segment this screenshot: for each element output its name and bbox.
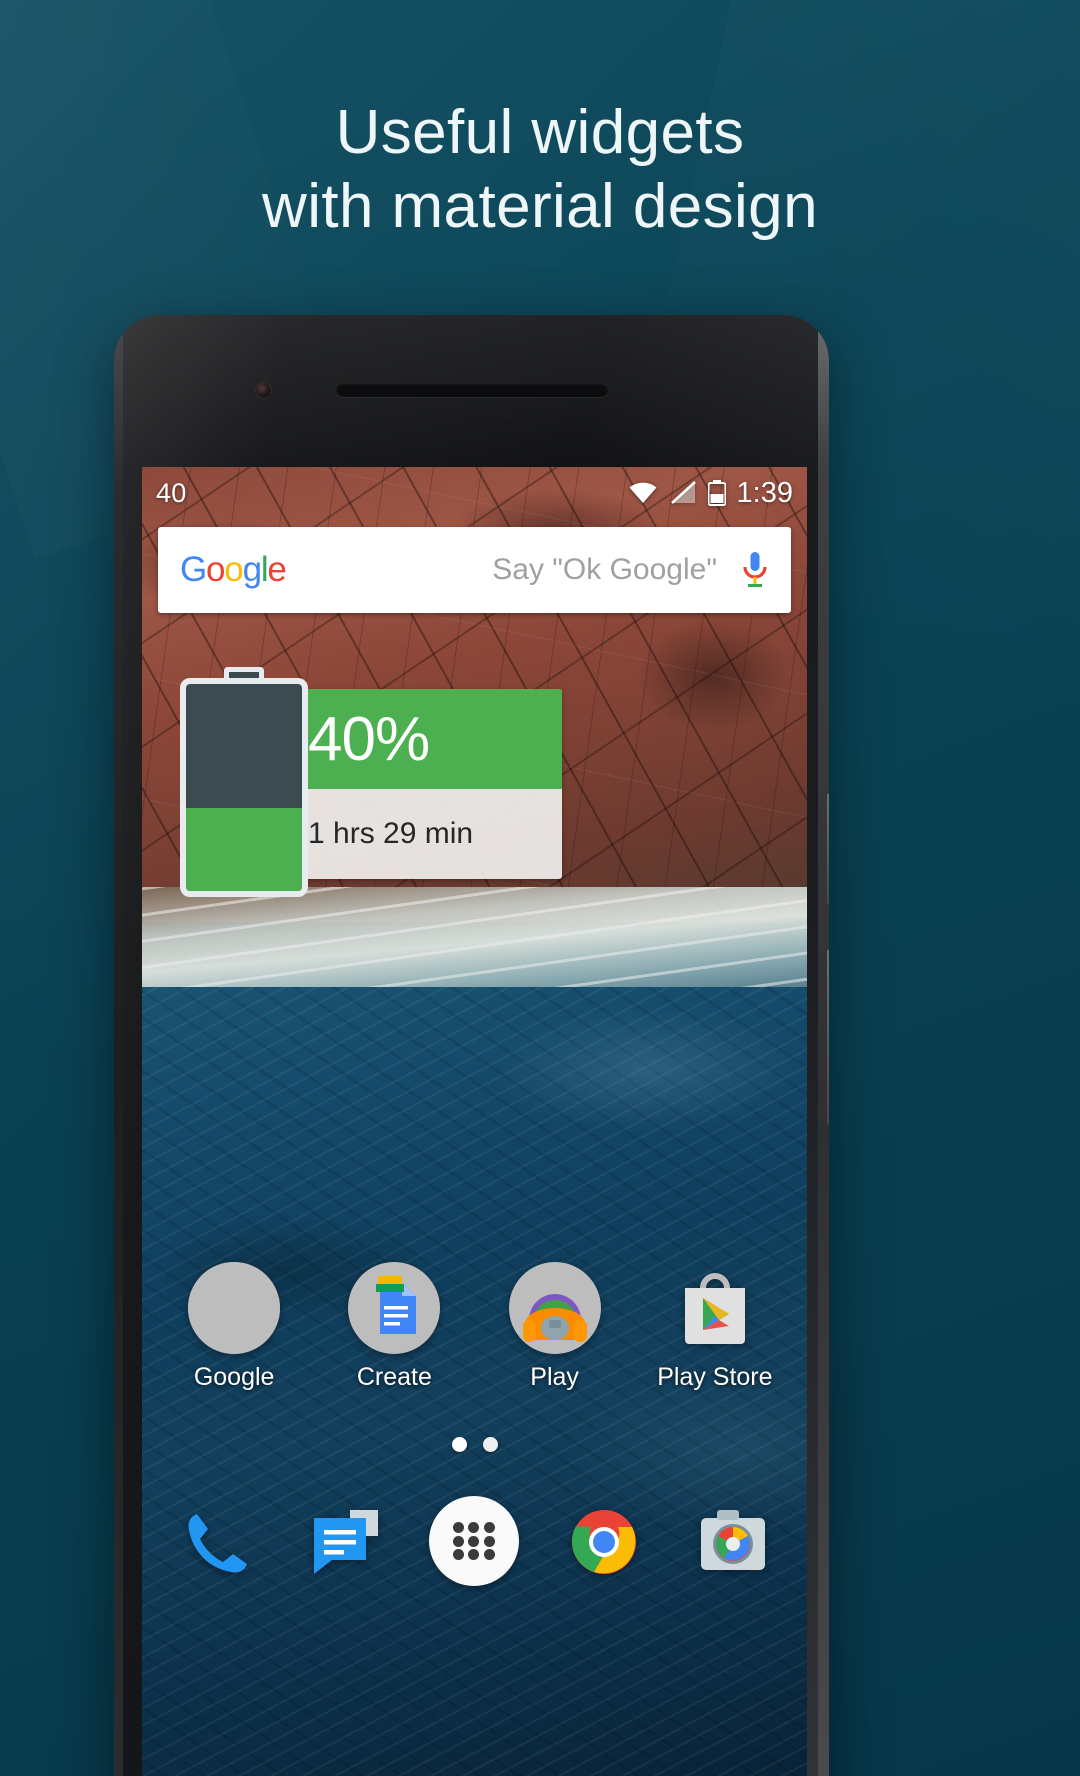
status-bar: 40 1:39 xyxy=(142,467,807,519)
app-label-create: Create xyxy=(356,1363,432,1391)
chrome-icon[interactable] xyxy=(558,1496,650,1588)
google-logo-letter-g2: g xyxy=(242,550,262,589)
app-icon-play-store[interactable]: Play Store xyxy=(635,1262,795,1422)
battery-fill xyxy=(186,808,302,891)
google-play-store-icon[interactable] xyxy=(669,1262,761,1354)
battery-widget[interactable]: 40% 1 hrs 29 min xyxy=(180,667,562,897)
battery-shell xyxy=(180,678,308,897)
dock-item-all-apps[interactable] xyxy=(410,1477,539,1607)
page-title: Useful widgets with material design xyxy=(0,96,1080,244)
battery-widget-header: 40% xyxy=(290,689,562,789)
camera-icon[interactable] xyxy=(687,1496,779,1588)
google-logo-letter-g1: G xyxy=(180,550,207,589)
search-input-hint[interactable]: Say "Ok Google" xyxy=(492,553,717,587)
page-indicator xyxy=(142,1432,807,1456)
phone-screen: 40 1:39 Google Say "Ok Google" 40% 1 hrs… xyxy=(142,467,807,1776)
google-play-music-icon[interactable] xyxy=(508,1262,601,1354)
phone-mockup: 40 1:39 Google Say "Ok Google" 40% 1 hrs… xyxy=(114,315,829,1776)
page-dot-1[interactable] xyxy=(451,1436,467,1452)
home-screen-dock xyxy=(142,1477,807,1607)
signal-off-icon xyxy=(669,481,697,505)
phone-edge-left xyxy=(114,315,123,1776)
status-bar-clock: 1:39 xyxy=(736,476,793,509)
app-label-play-store: Play Store xyxy=(657,1363,773,1391)
earpiece-speaker xyxy=(335,383,608,397)
google-docs-create-icon[interactable] xyxy=(348,1262,441,1354)
app-icon-google[interactable]: Google xyxy=(154,1262,314,1422)
phone-body: 40 1:39 Google Say "Ok Google" 40% 1 hrs… xyxy=(114,315,829,1776)
google-logo-letter-o1: o xyxy=(206,550,225,589)
battery-widget-card: 40% 1 hrs 29 min xyxy=(290,689,562,879)
google-logo-letter-o2: o xyxy=(224,550,243,589)
app-icon-play[interactable]: Play xyxy=(475,1262,635,1422)
home-screen-app-row: Google Create Play Play Store xyxy=(142,1262,807,1422)
page-dot-2[interactable] xyxy=(482,1436,498,1452)
all-apps-icon[interactable] xyxy=(428,1496,521,1588)
wifi-icon xyxy=(628,481,658,505)
headline-line-2: with material design xyxy=(262,172,818,241)
messenger-icon[interactable] xyxy=(300,1496,392,1588)
dock-item-phone[interactable] xyxy=(152,1477,281,1607)
status-bar-right: 1:39 xyxy=(628,477,793,510)
volume-button[interactable] xyxy=(827,949,829,1125)
dock-item-chrome[interactable] xyxy=(539,1477,668,1607)
google-logo-letter-e: e xyxy=(267,550,286,589)
dock-item-camera[interactable] xyxy=(668,1477,797,1607)
battery-percent-label: 40% xyxy=(308,704,430,774)
power-button[interactable] xyxy=(827,793,829,905)
battery-icon xyxy=(180,667,308,897)
headline-line-1: Useful widgets xyxy=(335,98,745,167)
front-camera-icon xyxy=(256,383,271,398)
google-app-icon[interactable] xyxy=(188,1262,281,1354)
battery-icon xyxy=(707,480,726,506)
app-icon-create[interactable]: Create xyxy=(314,1262,474,1422)
app-label-google: Google xyxy=(193,1363,275,1391)
status-bar-left-text: 40 xyxy=(156,477,187,508)
app-label-play: Play xyxy=(530,1363,579,1391)
google-search-widget[interactable]: Google Say "Ok Google" xyxy=(158,527,791,613)
battery-time-remaining-label: 1 hrs 29 min xyxy=(308,817,474,850)
phone-icon[interactable] xyxy=(171,1496,263,1588)
google-logo-icon: Google xyxy=(180,550,287,590)
dock-item-messenger[interactable] xyxy=(281,1477,410,1607)
microphone-icon[interactable] xyxy=(741,550,769,590)
